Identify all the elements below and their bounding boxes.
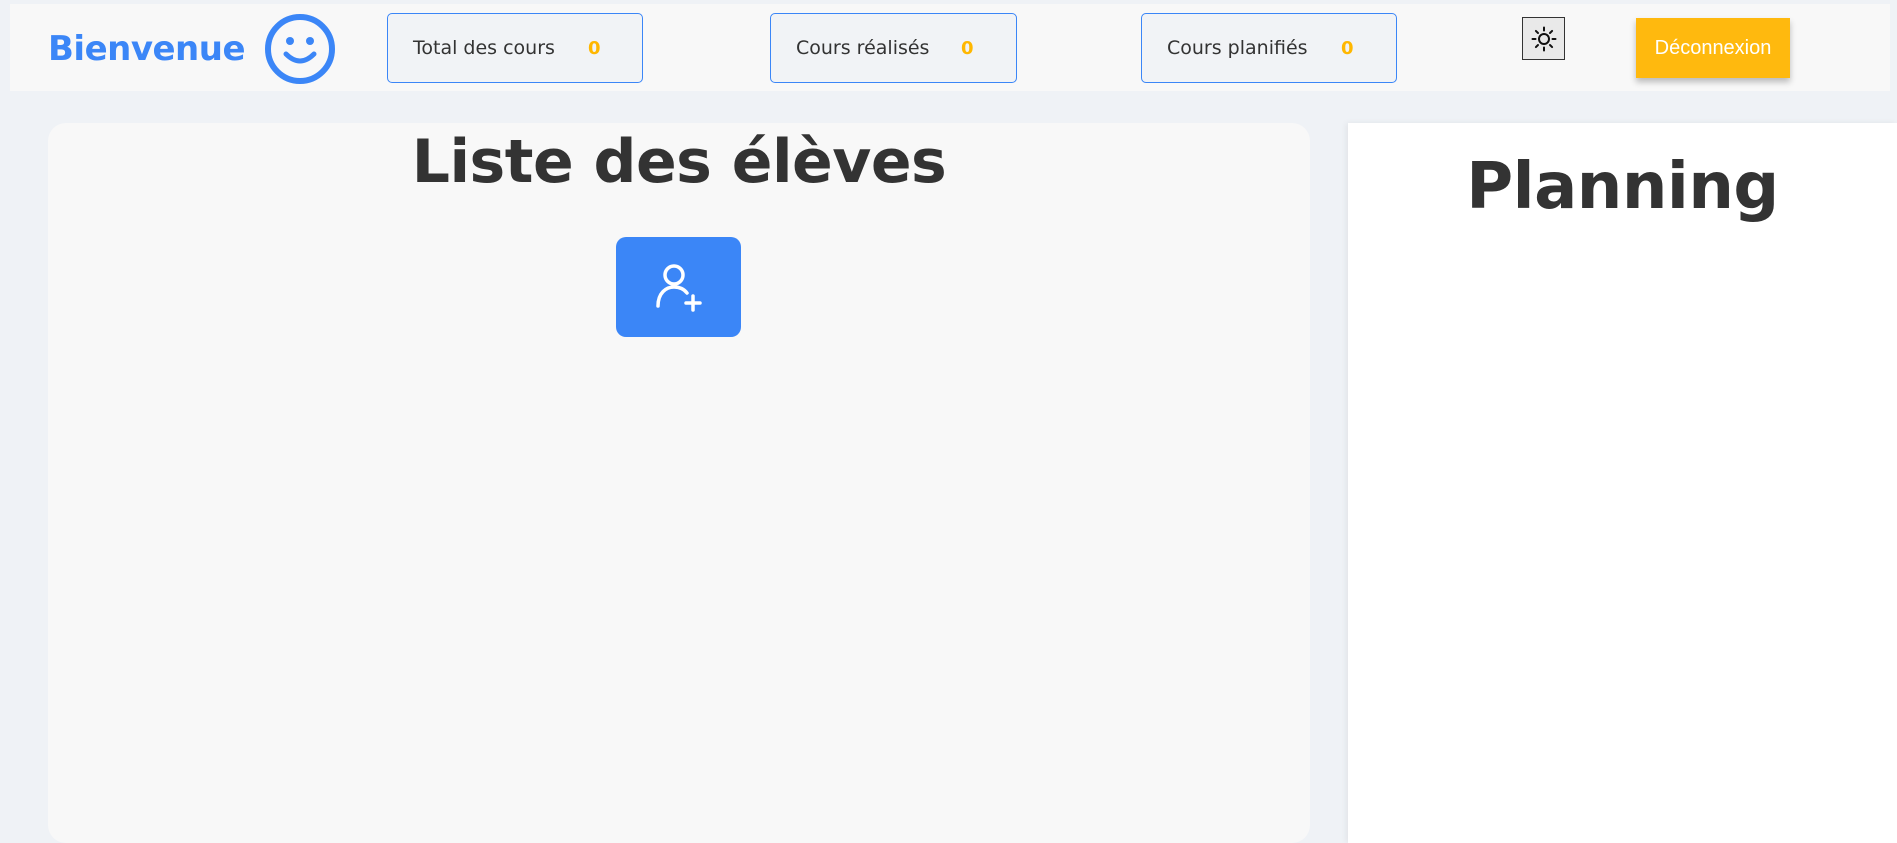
stat-value-total: 0 xyxy=(588,37,601,59)
brand-title: Bienvenue xyxy=(48,29,246,69)
stat-card-planned-courses: Cours planifiés 0 xyxy=(1141,13,1397,83)
students-title: Liste des élèves xyxy=(411,127,947,197)
stat-value-completed: 0 xyxy=(961,37,974,59)
stat-card-completed-courses: Cours réalisés 0 xyxy=(770,13,1017,83)
planning-title: Planning xyxy=(1466,150,1779,224)
stat-value-planned: 0 xyxy=(1341,37,1354,59)
stat-label-completed: Cours réalisés xyxy=(796,37,930,59)
students-panel: Liste des élèves xyxy=(48,123,1310,843)
stat-label-planned: Cours planifiés xyxy=(1167,37,1308,59)
theme-toggle-button[interactable] xyxy=(1522,17,1565,60)
stat-card-total-courses: Total des cours 0 xyxy=(387,13,643,83)
top-header: Bienvenue Total des cours 0 Cours réalis… xyxy=(10,4,1890,91)
add-student-button[interactable] xyxy=(616,237,741,337)
brand: Bienvenue xyxy=(48,14,336,84)
sun-icon xyxy=(1531,26,1556,51)
smiley-icon xyxy=(265,14,336,84)
logout-button[interactable]: Déconnexion xyxy=(1636,18,1790,78)
planning-panel: Planning xyxy=(1348,123,1897,843)
add-user-icon xyxy=(655,264,702,312)
stat-label-total: Total des cours xyxy=(413,37,555,59)
